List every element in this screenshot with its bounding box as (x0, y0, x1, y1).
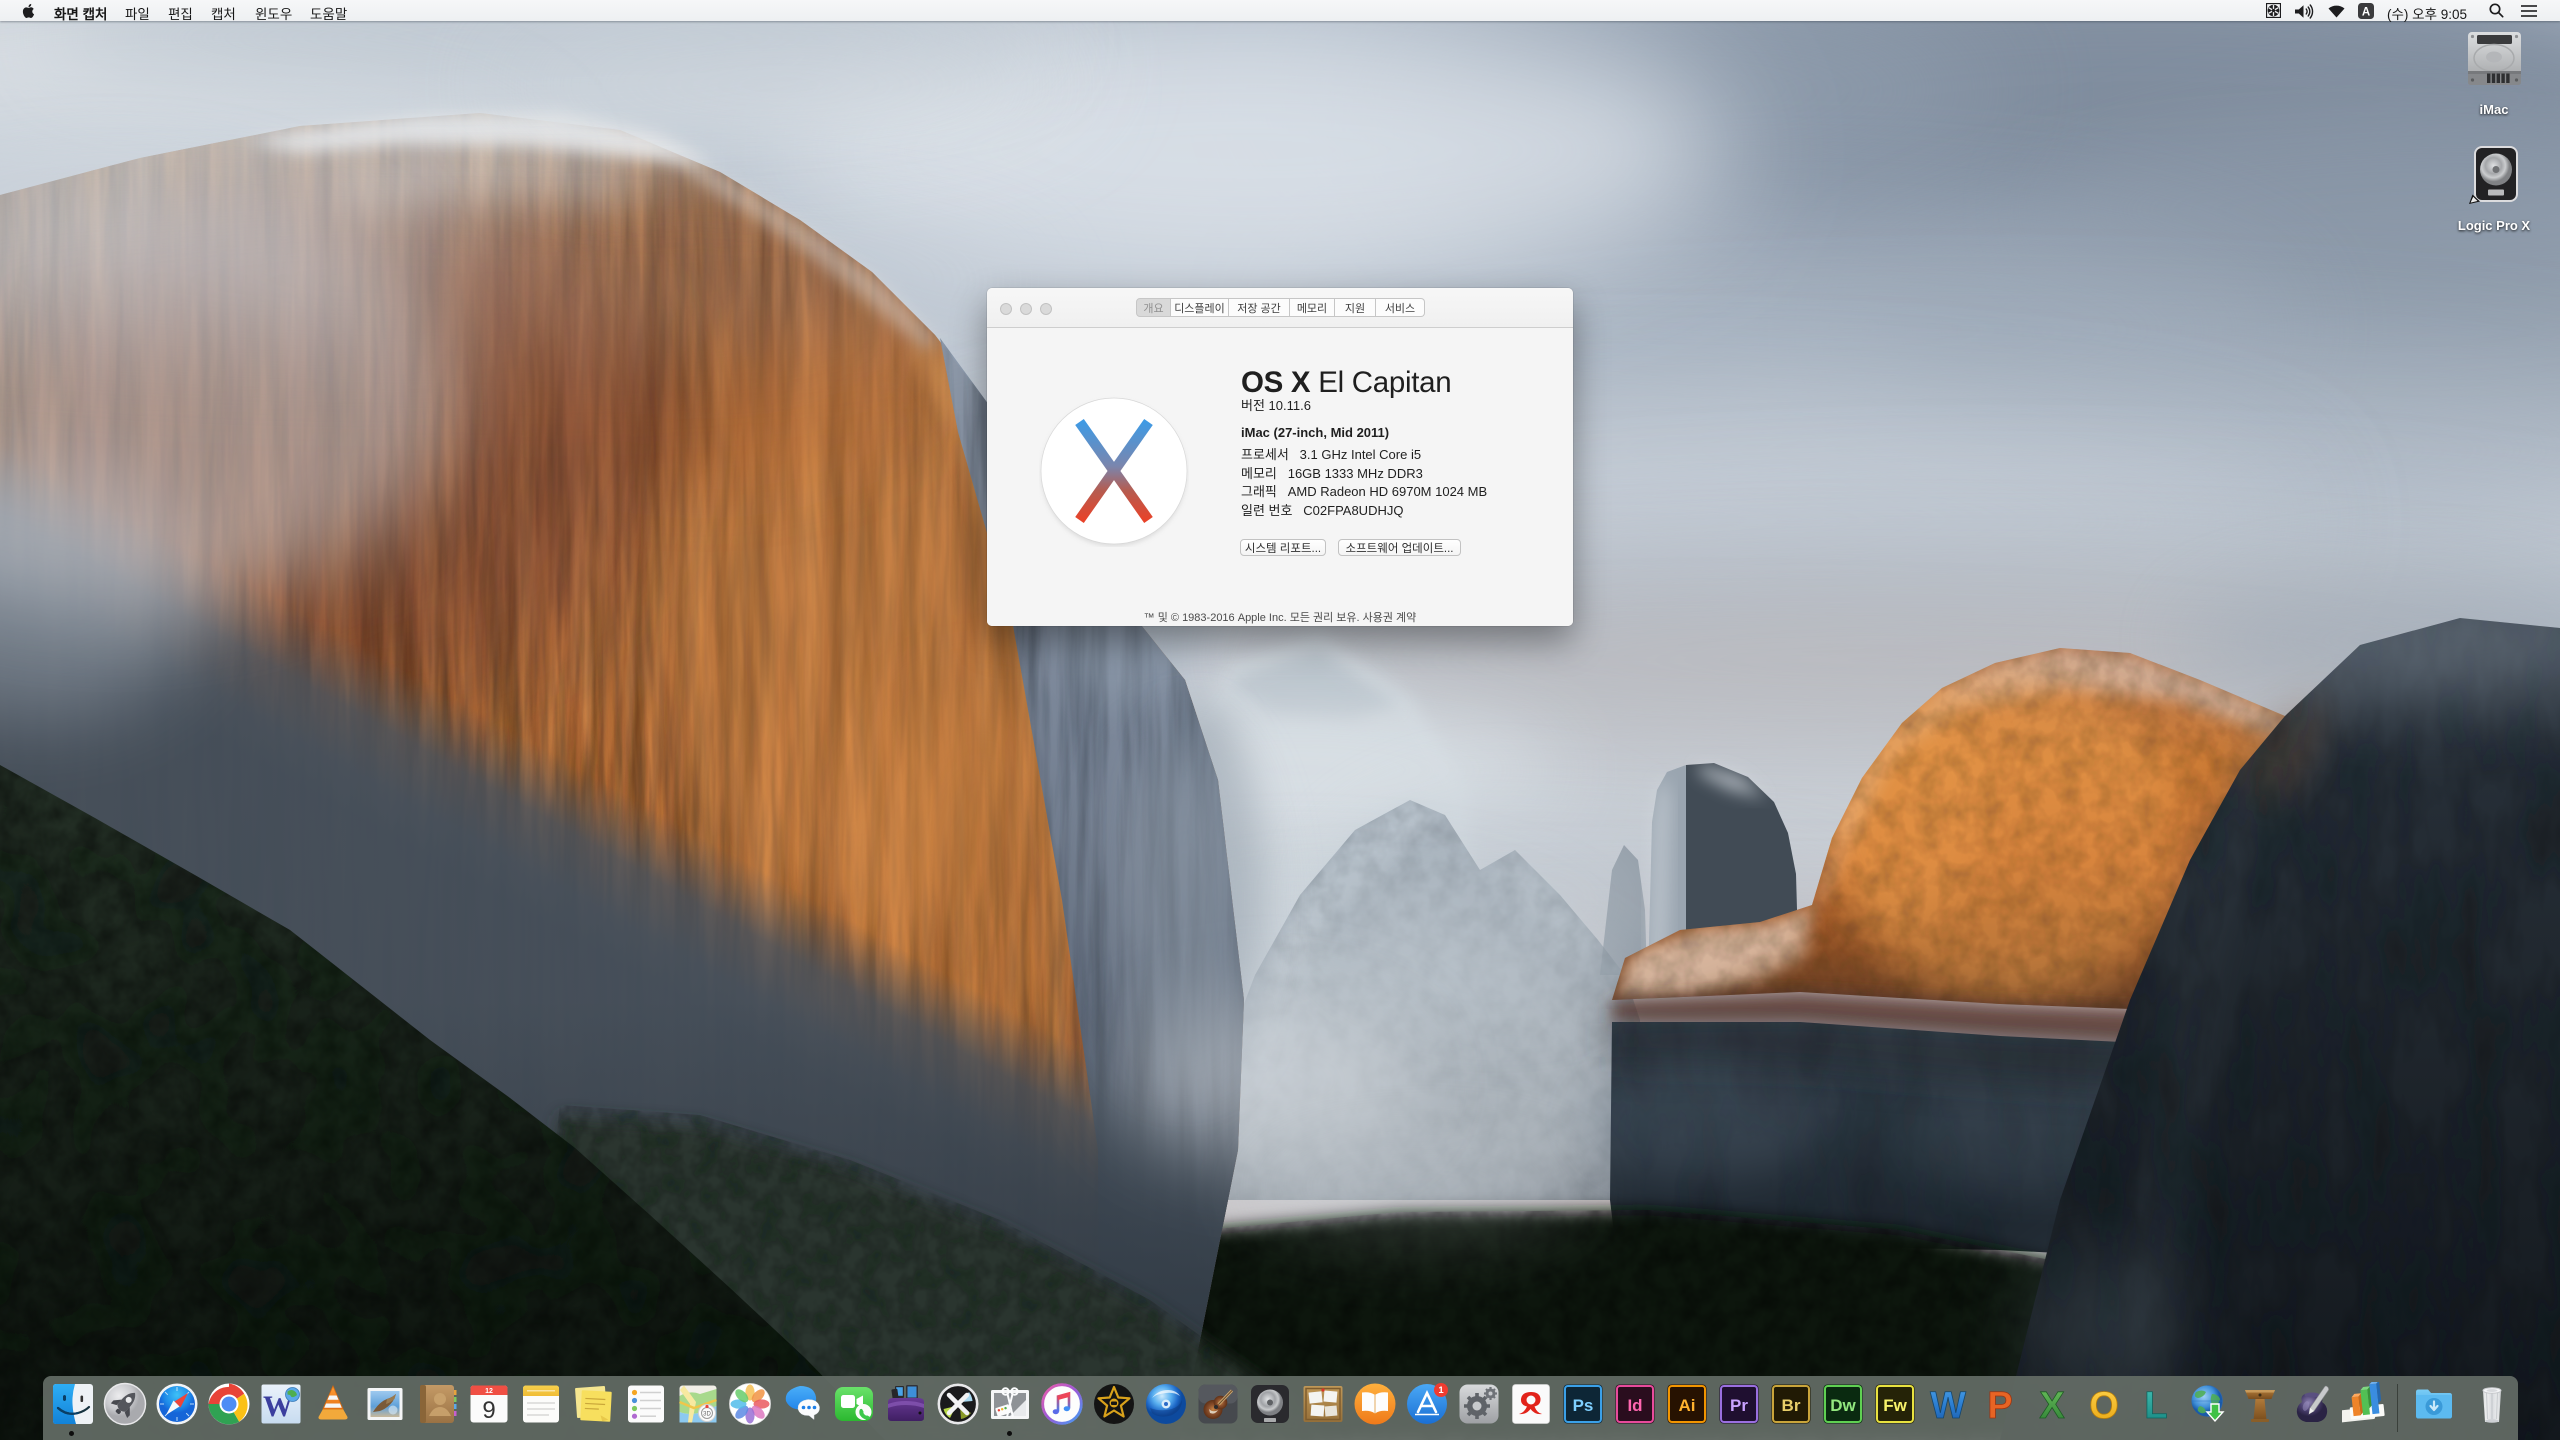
svg-text:9: 9 (483, 1397, 496, 1424)
svg-text:P: P (1987, 1385, 2012, 1426)
svg-text:Pr: Pr (1730, 1396, 1748, 1415)
svg-text:Ps: Ps (1572, 1396, 1593, 1415)
svg-text:12: 12 (485, 1388, 493, 1395)
svg-text:3D: 3D (703, 1412, 711, 1418)
svg-text:L: L (2144, 1385, 2167, 1426)
svg-text:Fw: Fw (1884, 1396, 1908, 1415)
svg-text:Ai: Ai (1679, 1396, 1696, 1415)
svg-text:O: O (2089, 1385, 2119, 1426)
svg-text:Br: Br (1782, 1396, 1801, 1415)
svg-text:A: A (2362, 6, 2370, 18)
svg-text:Dw: Dw (1831, 1396, 1857, 1415)
svg-text:Id: Id (1627, 1396, 1642, 1415)
svg-text:X: X (2039, 1385, 2065, 1426)
svg-text:1: 1 (1438, 1385, 1444, 1396)
svg-text:W: W (1930, 1385, 1966, 1426)
